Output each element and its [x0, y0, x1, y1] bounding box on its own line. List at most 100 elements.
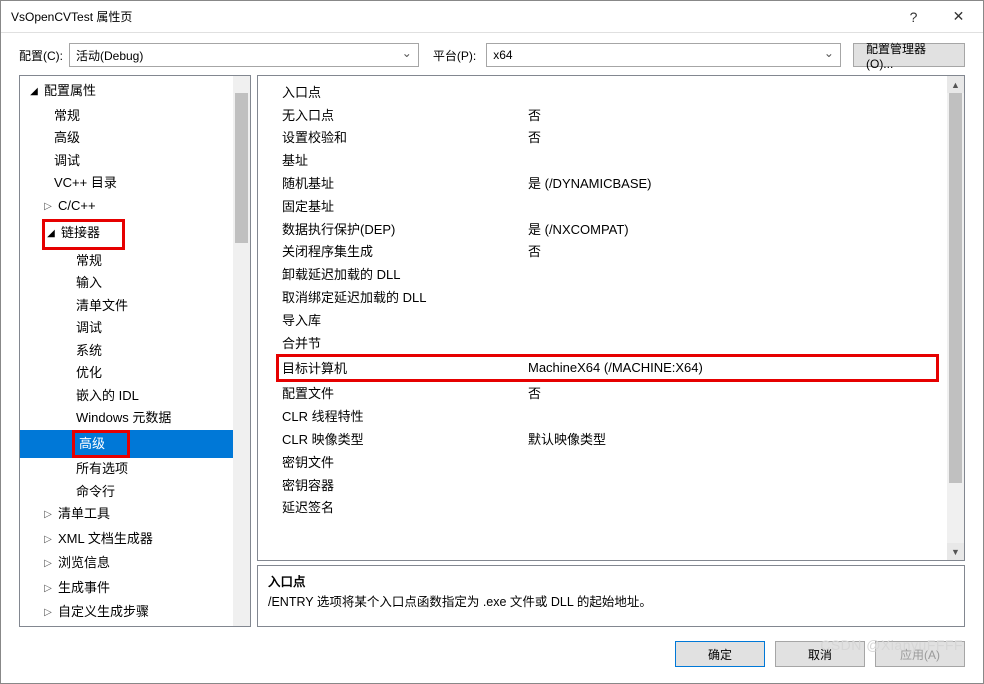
tree-item-general[interactable]: 常规 — [20, 105, 233, 128]
tree-item-browse[interactable]: ▷浏览信息 — [20, 552, 233, 577]
tree-item-linker-winmd[interactable]: Windows 元数据 — [20, 407, 233, 430]
property-name: 无入口点 — [258, 105, 528, 124]
property-value[interactable]: 默认映像类型 — [528, 429, 947, 448]
tree-item-linker-cmd[interactable]: 命令行 — [20, 481, 233, 504]
property-grid: 入口点无入口点否设置校验和否基址随机基址是 (/DYNAMICBASE)固定基址… — [257, 75, 965, 561]
tree-root[interactable]: ◢配置属性 — [20, 80, 233, 105]
tree: ◢配置属性 常规 高级 调试 VC++ 目录 ▷C/C++ ◢链接器 常规 输入… — [20, 76, 233, 626]
property-name: CLR 线程特性 — [258, 406, 528, 425]
config-combobox[interactable]: 活动(Debug) — [69, 43, 419, 67]
property-row[interactable]: 设置校验和否 — [258, 126, 947, 149]
property-name: 取消绑定延迟加载的 DLL — [258, 287, 528, 306]
config-label: 配置(C): — [19, 47, 63, 64]
property-value[interactable]: 是 (/DYNAMICBASE) — [528, 173, 947, 192]
property-name: 目标计算机 — [279, 358, 528, 377]
window-title: VsOpenCVTest 属性页 — [11, 8, 891, 25]
property-value[interactable]: 否 — [528, 127, 947, 146]
tree-scrollbar[interactable] — [233, 76, 250, 626]
tree-scrollbar-thumb[interactable] — [235, 93, 248, 243]
tree-item-ccpp[interactable]: ▷C/C++ — [20, 195, 233, 220]
property-name: 基址 — [258, 150, 528, 169]
tree-item-linker-manifest[interactable]: 清单文件 — [20, 295, 233, 318]
apply-button[interactable]: 应用(A) — [875, 641, 965, 667]
cancel-button[interactable]: 取消 — [775, 641, 865, 667]
property-row[interactable]: 导入库 — [258, 308, 947, 331]
titlebar: VsOpenCVTest 属性页 ? ✕ — [1, 1, 983, 33]
tree-scroll[interactable]: ◢配置属性 常规 高级 调试 VC++ 目录 ▷C/C++ ◢链接器 常规 输入… — [20, 76, 233, 626]
property-row[interactable]: 配置文件否 — [258, 382, 947, 405]
tree-item-linker-input[interactable]: 输入 — [20, 272, 233, 295]
tree-item-vcdirs[interactable]: VC++ 目录 — [20, 172, 233, 195]
tree-item-linker-general[interactable]: 常规 — [20, 250, 233, 273]
property-row[interactable]: 延迟签名 — [258, 496, 947, 519]
property-value[interactable]: 否 — [528, 105, 947, 124]
property-name: 设置校验和 — [258, 127, 528, 146]
property-row[interactable]: 合并节 — [258, 331, 947, 354]
property-name: 导入库 — [258, 310, 528, 329]
property-row[interactable]: 密钥文件 — [258, 450, 947, 473]
grid-scrollbar[interactable]: ▲ ▼ — [947, 76, 964, 560]
highlight-box: 目标计算机MachineX64 (/MACHINE:X64) — [276, 354, 939, 382]
tree-item-linker-all[interactable]: 所有选项 — [20, 458, 233, 481]
tree-item-build-events[interactable]: ▷生成事件 — [20, 577, 233, 602]
property-name: 数据执行保护(DEP) — [258, 219, 528, 238]
platform-value: x64 — [493, 48, 512, 62]
property-name: 密钥容器 — [258, 475, 528, 494]
tree-item-linker-idl[interactable]: 嵌入的 IDL — [20, 385, 233, 408]
ok-button[interactable]: 确定 — [675, 641, 765, 667]
tree-item-advanced[interactable]: 高级 — [20, 127, 233, 150]
property-row[interactable]: 数据执行保护(DEP)是 (/NXCOMPAT) — [258, 217, 947, 240]
property-row[interactable]: CLR 线程特性 — [258, 404, 947, 427]
right-pane: 入口点无入口点否设置校验和否基址随机基址是 (/DYNAMICBASE)固定基址… — [257, 75, 965, 627]
property-name: 卸载延迟加载的 DLL — [258, 264, 528, 283]
property-row[interactable]: 取消绑定延迟加载的 DLL — [258, 285, 947, 308]
property-row[interactable]: 无入口点否 — [258, 103, 947, 126]
property-value[interactable]: 否 — [528, 383, 947, 402]
tree-item-custom-build[interactable]: ▷自定义生成步骤 — [20, 601, 233, 626]
property-name: 关闭程序集生成 — [258, 241, 528, 260]
property-name: 入口点 — [258, 82, 528, 101]
description-text: /ENTRY 选项将某个入口点函数指定为 .exe 文件或 DLL 的起始地址。 — [268, 592, 954, 612]
tree-item-debugging[interactable]: 调试 — [20, 150, 233, 173]
scroll-up-icon[interactable]: ▲ — [947, 76, 964, 93]
tree-item-linker-optimize[interactable]: 优化 — [20, 362, 233, 385]
tree-item-xml-gen[interactable]: ▷XML 文档生成器 — [20, 528, 233, 553]
property-row[interactable]: CLR 映像类型默认映像类型 — [258, 427, 947, 450]
scroll-down-icon[interactable]: ▼ — [947, 543, 964, 560]
tree-item-code-analysis[interactable]: ▷代码分析 — [20, 626, 233, 627]
description-pane: 入口点 /ENTRY 选项将某个入口点函数指定为 .exe 文件或 DLL 的起… — [257, 565, 965, 627]
property-row[interactable]: 入口点 — [258, 80, 947, 103]
property-row[interactable]: 卸载延迟加载的 DLL — [258, 262, 947, 285]
property-name: CLR 映像类型 — [258, 429, 528, 448]
platform-label: 平台(P): — [433, 47, 476, 64]
close-icon[interactable]: ✕ — [936, 2, 981, 32]
property-name: 延迟签名 — [258, 497, 528, 516]
property-value[interactable]: MachineX64 (/MACHINE:X64) — [528, 360, 936, 375]
tree-item-linker-advanced[interactable]: 高级 — [20, 430, 233, 459]
property-grid-body[interactable]: 入口点无入口点否设置校验和否基址随机基址是 (/DYNAMICBASE)固定基址… — [258, 76, 947, 560]
tree-item-linker-system[interactable]: 系统 — [20, 340, 233, 363]
description-title: 入口点 — [268, 572, 954, 592]
property-row[interactable]: 密钥容器 — [258, 473, 947, 496]
help-icon[interactable]: ? — [891, 2, 936, 32]
property-value[interactable]: 否 — [528, 241, 947, 260]
property-name: 合并节 — [258, 333, 528, 352]
tree-item-linker-debug[interactable]: 调试 — [20, 317, 233, 340]
tree-pane: ◢配置属性 常规 高级 调试 VC++ 目录 ▷C/C++ ◢链接器 常规 输入… — [19, 75, 251, 627]
property-row[interactable]: 随机基址是 (/DYNAMICBASE) — [258, 171, 947, 194]
property-name: 配置文件 — [258, 383, 528, 402]
property-value[interactable]: 是 (/NXCOMPAT) — [528, 219, 947, 238]
tree-item-manifest-tool[interactable]: ▷清单工具 — [20, 503, 233, 528]
body-area: ◢配置属性 常规 高级 调试 VC++ 目录 ▷C/C++ ◢链接器 常规 输入… — [1, 75, 983, 633]
property-row[interactable]: 关闭程序集生成否 — [258, 240, 947, 263]
config-manager-button[interactable]: 配置管理器(O)... — [853, 43, 965, 67]
property-name: 随机基址 — [258, 173, 528, 192]
config-row: 配置(C): 活动(Debug) 平台(P): x64 配置管理器(O)... — [1, 33, 983, 75]
tree-item-linker[interactable]: ◢链接器 — [20, 219, 233, 250]
dialog-window: VsOpenCVTest 属性页 ? ✕ 配置(C): 活动(Debug) 平台… — [0, 0, 984, 684]
platform-combobox[interactable]: x64 — [486, 43, 841, 67]
property-row[interactable]: 基址 — [258, 148, 947, 171]
property-row[interactable]: 固定基址 — [258, 194, 947, 217]
property-row[interactable]: 目标计算机MachineX64 (/MACHINE:X64) — [279, 357, 936, 379]
grid-scrollbar-thumb[interactable] — [949, 93, 962, 483]
